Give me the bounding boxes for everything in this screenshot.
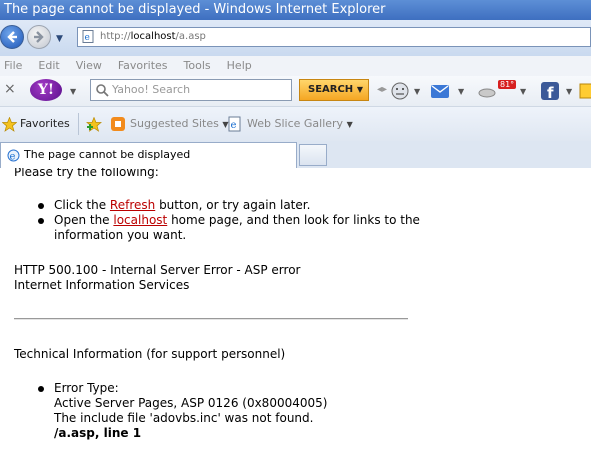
web-slice-gallery-link[interactable]: Web Slice Gallery ▼ bbox=[247, 117, 353, 130]
yahoo-toolbar: × Y! ▼ Yahoo! Search SEARCH ▼ ◂▸ ▼ ▼ 81° … bbox=[0, 76, 591, 107]
menu-tools[interactable]: Tools bbox=[184, 56, 211, 76]
tab-label: The page cannot be displayed bbox=[24, 148, 191, 161]
svg-text:f: f bbox=[547, 84, 554, 101]
svg-text:e: e bbox=[231, 120, 237, 131]
list-item: Open the localhost home page, and then l… bbox=[54, 213, 420, 227]
server-name: Internet Information Services bbox=[14, 278, 190, 292]
window-title: The page cannot be displayed - Windows I… bbox=[4, 2, 386, 17]
error-heading: HTTP 500.100 - Internal Server Error - A… bbox=[14, 263, 301, 277]
svg-text:e: e bbox=[10, 152, 16, 163]
page-content: Please try the following: Click the Refr… bbox=[0, 168, 591, 454]
chevron-down-icon: ▼ bbox=[356, 85, 363, 94]
new-tab-button[interactable] bbox=[299, 144, 327, 166]
yahoo-search-input[interactable]: Yahoo! Search bbox=[90, 79, 292, 101]
toolbar-grip-icon[interactable]: ◂▸ bbox=[377, 81, 387, 99]
tab-bar: e The page cannot be displayed bbox=[0, 141, 591, 168]
tab-current[interactable]: e The page cannot be displayed bbox=[0, 142, 297, 168]
chevron-down-icon[interactable]: ▼ bbox=[414, 87, 420, 96]
menu-edit[interactable]: Edit bbox=[38, 56, 59, 76]
search-button-label: SEARCH bbox=[308, 84, 354, 95]
try-following-text: Please try the following: bbox=[14, 168, 159, 179]
list-item: Click the Refresh button, or try again l… bbox=[54, 198, 311, 212]
menu-file[interactable]: File bbox=[4, 56, 22, 76]
bullet bbox=[38, 203, 44, 209]
refresh-link[interactable]: Refresh bbox=[110, 198, 155, 212]
bullet bbox=[38, 386, 44, 392]
technical-info-heading: Technical Information (for support perso… bbox=[14, 347, 286, 361]
error-type-detail: Active Server Pages, ASP 0126 (0x8000400… bbox=[54, 396, 328, 410]
menu-favorites[interactable]: Favorites bbox=[118, 56, 168, 76]
toolbar-separator bbox=[78, 113, 79, 135]
navigation-bar: ▼ e http://localhost/a.asp bbox=[0, 20, 591, 56]
favorites-star-icon bbox=[2, 117, 17, 132]
window-title-bar[interactable]: The page cannot be displayed - Windows I… bbox=[0, 0, 591, 20]
smiley-icon[interactable] bbox=[390, 81, 410, 101]
address-bar[interactable]: e http://localhost/a.asp bbox=[77, 27, 591, 47]
forward-arrow-icon bbox=[34, 31, 44, 43]
page-icon: e bbox=[82, 30, 94, 43]
menu-view[interactable]: View bbox=[76, 56, 102, 76]
suggested-sites-icon bbox=[111, 117, 125, 131]
error-include-message: The include file 'adovbs.inc' was not fo… bbox=[54, 411, 314, 425]
close-toolbar-icon[interactable]: × bbox=[4, 81, 16, 97]
yahoo-search-button[interactable]: SEARCH ▼ bbox=[299, 79, 369, 101]
add-favorites-icon[interactable] bbox=[86, 117, 102, 132]
forward-button[interactable] bbox=[27, 25, 51, 49]
favorites-button[interactable]: Favorites bbox=[20, 117, 70, 130]
address-url: http://localhost/a.asp bbox=[100, 31, 206, 42]
chevron-down-icon[interactable]: ▼ bbox=[520, 87, 526, 96]
search-icon bbox=[96, 84, 109, 97]
chevron-down-icon: ▼ bbox=[346, 120, 353, 129]
horizontal-rule bbox=[14, 318, 408, 320]
yahoo-logo[interactable]: Y! bbox=[30, 79, 62, 101]
weather-icon[interactable] bbox=[478, 81, 498, 101]
weather-badge: 81° bbox=[498, 80, 517, 89]
web-slice-icon: e bbox=[228, 116, 241, 132]
list-item-continuation: information you want. bbox=[54, 228, 187, 242]
back-arrow-icon bbox=[7, 31, 17, 43]
suggested-sites-link[interactable]: Suggested Sites ▼ bbox=[130, 117, 228, 130]
localhost-link[interactable]: localhost bbox=[113, 213, 167, 227]
svg-text:e: e bbox=[85, 33, 90, 43]
chevron-down-icon[interactable]: ▼ bbox=[458, 87, 464, 96]
ie-page-icon: e bbox=[7, 149, 20, 162]
error-type-label: Error Type: bbox=[54, 381, 119, 395]
menu-help[interactable]: Help bbox=[227, 56, 252, 76]
recent-pages-dropdown[interactable]: ▼ bbox=[56, 34, 63, 44]
menu-bar: File Edit View Favorites Tools Help bbox=[0, 56, 591, 77]
favorites-bar: Favorites Suggested Sites ▼ e Web Slice … bbox=[0, 107, 591, 141]
facebook-icon[interactable]: f bbox=[540, 81, 560, 101]
chevron-down-icon[interactable]: ▼ bbox=[566, 87, 572, 96]
chevron-down-icon: ▼ bbox=[56, 34, 63, 44]
error-location: /a.asp, line 1 bbox=[54, 426, 142, 440]
back-button[interactable] bbox=[0, 25, 24, 49]
chevron-down-icon[interactable]: ▼ bbox=[70, 87, 76, 96]
more-icon[interactable] bbox=[578, 81, 591, 101]
mail-icon[interactable] bbox=[430, 81, 450, 101]
search-placeholder: Yahoo! Search bbox=[112, 83, 191, 96]
bullet bbox=[38, 218, 44, 224]
